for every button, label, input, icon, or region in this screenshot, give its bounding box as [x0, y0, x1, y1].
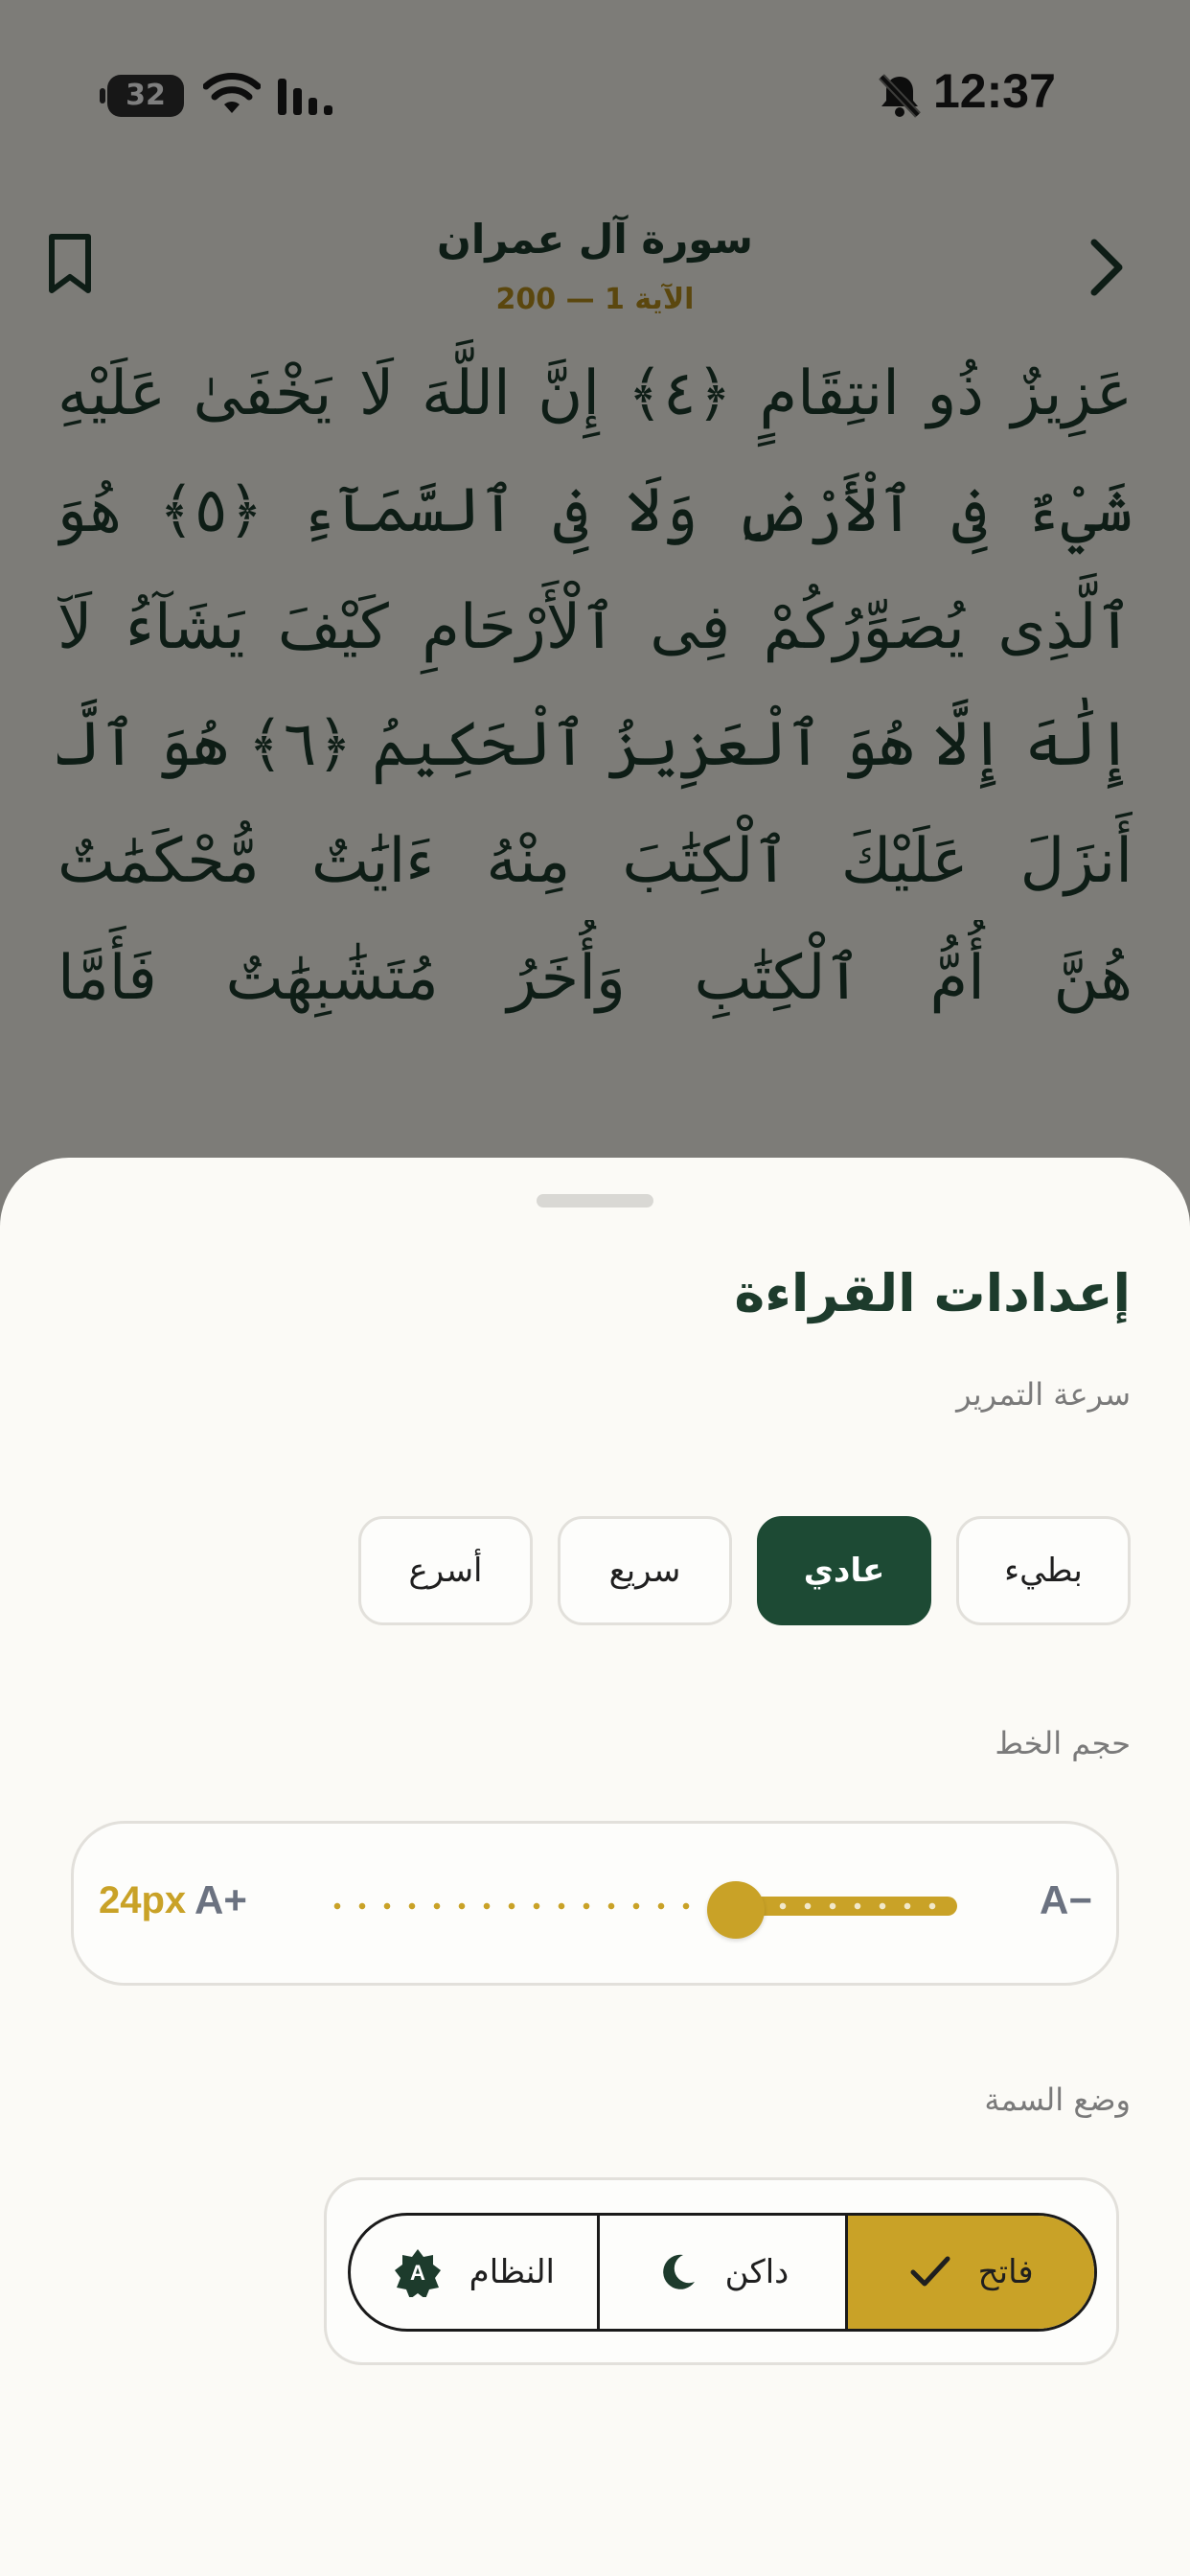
svg-text:A: A [410, 2261, 425, 2285]
decrease-font-button[interactable]: A− [1040, 1877, 1092, 1923]
theme-option-dark[interactable]: داكن [600, 2216, 849, 2329]
theme-mode-control: فاتح داكن A النظام [324, 2177, 1119, 2365]
moon-icon [662, 2254, 695, 2289]
scroll-speed-options: بطيء عادي سريع أسرع [358, 1516, 1131, 1625]
font-size-value: 24px [99, 1879, 187, 1921]
speed-option-slow[interactable]: بطيء [956, 1516, 1131, 1625]
increase-font-button[interactable]: A+ [195, 1877, 247, 1923]
speed-option-faster[interactable]: أسرع [358, 1516, 533, 1625]
theme-option-system[interactable]: A النظام [351, 2216, 600, 2329]
font-size-control: 24px A+ A− [71, 1821, 1119, 1986]
reading-settings-sheet: إعدادات القراءة سرعة التمرير بطيء عادي س… [0, 1158, 1190, 2576]
theme-option-label: فاتح [977, 2253, 1034, 2291]
slider-thumb[interactable] [707, 1881, 765, 1939]
font-size-label: حجم الخط [995, 1725, 1131, 1761]
theme-segmented-control: فاتح داكن A النظام [348, 2213, 1097, 2332]
font-size-slider[interactable] [325, 1881, 957, 1939]
auto-theme-icon: A [394, 2249, 441, 2297]
theme-option-label: النظام [469, 2253, 556, 2291]
speed-option-normal[interactable]: عادي [757, 1516, 931, 1625]
sheet-grabber[interactable] [537, 1194, 653, 1208]
theme-mode-label: وضع السمة [984, 2082, 1131, 2118]
theme-option-label: داكن [724, 2253, 790, 2291]
check-icon [910, 2256, 950, 2287]
slider-fill [736, 1897, 957, 1916]
theme-option-light[interactable]: فاتح [848, 2216, 1094, 2329]
sheet-title: إعدادات القراءة [734, 1263, 1131, 1323]
scroll-speed-label: سرعة التمرير [956, 1376, 1131, 1413]
speed-option-fast[interactable]: سريع [558, 1516, 732, 1625]
